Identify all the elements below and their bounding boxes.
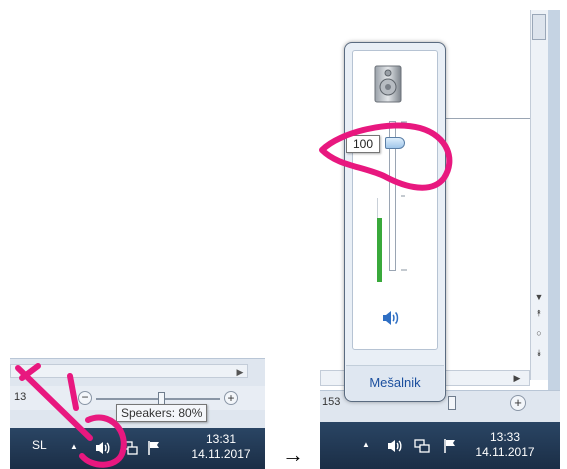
- action-center-flag-icon[interactable]: [146, 440, 162, 461]
- zoom-slider-thumb[interactable]: [448, 396, 456, 410]
- zoom-in-button[interactable]: +: [224, 391, 238, 405]
- clock-time: 13:31: [205, 432, 237, 446]
- zoom-in-button[interactable]: +: [510, 395, 526, 411]
- scroll-down-icon[interactable]: ▼: [530, 292, 548, 302]
- window-frame-edge: [548, 10, 560, 390]
- browse-object-icon[interactable]: ○: [530, 328, 548, 338]
- before-screenshot: ▶ 13 − + SL ▲ 13:31 14.11.2017 Speakers:…: [10, 358, 265, 469]
- language-indicator[interactable]: SL: [32, 438, 47, 452]
- taskbar-clock[interactable]: 13:33 14.11.2017: [470, 430, 540, 460]
- clock-date: 14.11.2017: [475, 445, 535, 459]
- transition-arrow: →: [282, 442, 304, 467]
- action-center-flag-icon[interactable]: [442, 438, 458, 459]
- vertical-scroll-thumb[interactable]: [532, 14, 546, 40]
- clock-time: 13:33: [489, 430, 521, 444]
- taskbar-clock[interactable]: 13:31 14.11.2017: [186, 432, 256, 462]
- network-icon[interactable]: [122, 440, 138, 461]
- mixer-link[interactable]: Mešalnik: [345, 375, 445, 390]
- volume-value-tooltip: 100: [346, 135, 380, 153]
- network-icon[interactable]: [414, 438, 430, 459]
- volume-popup: 100 Mešalnik: [344, 42, 446, 402]
- mute-speaker-icon[interactable]: [381, 309, 401, 332]
- vertical-scrollbar[interactable]: [530, 10, 548, 380]
- peak-meter-fill: [377, 218, 382, 282]
- volume-slider-thumb[interactable]: [385, 137, 405, 149]
- speaker-device-icon[interactable]: [373, 65, 403, 103]
- zoom-out-button[interactable]: −: [78, 391, 92, 405]
- scroll-right-icon[interactable]: ▶: [234, 366, 246, 378]
- speaker-icon[interactable]: [94, 440, 112, 461]
- horizontal-scrollbar[interactable]: [10, 364, 248, 378]
- clock-date: 14.11.2017: [191, 447, 251, 461]
- zoom-level-label: 153: [322, 396, 341, 408]
- zoom-level-label: 13: [14, 391, 27, 403]
- scroll-right-icon[interactable]: ▶: [510, 372, 524, 384]
- up-arrow-icon[interactable]: ▲: [70, 442, 78, 451]
- after-screenshot: ▼ ⯭ ○ ⯯ ▶ 153 + ▲ 13:33 14.11.2017 100 M…: [320, 10, 560, 469]
- speaker-volume-tooltip: Speakers: 80%: [116, 404, 208, 422]
- next-page-icon[interactable]: ⯯: [530, 348, 548, 359]
- up-arrow-icon[interactable]: ▲: [362, 440, 370, 449]
- previous-page-icon[interactable]: ⯭: [530, 308, 548, 319]
- speaker-icon[interactable]: [386, 438, 404, 459]
